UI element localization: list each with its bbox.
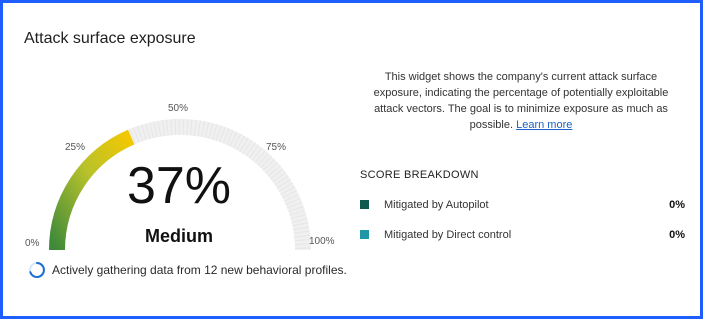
autopilot-swatch-icon xyxy=(360,200,369,209)
direct-control-swatch-icon xyxy=(360,230,369,239)
spinner-icon xyxy=(29,262,45,278)
widget-description: This widget shows the company's current … xyxy=(361,69,681,133)
attack-surface-widget: Attack surface exposure 0% 25% 50% 75% 1… xyxy=(0,0,703,319)
gauge-value: 37% xyxy=(126,157,232,215)
breakdown-row-autopilot: Mitigated by Autopilot 0% xyxy=(360,197,685,213)
breakdown-label-autopilot: Mitigated by Autopilot xyxy=(384,199,489,211)
tick-25: 25% xyxy=(65,142,86,153)
tick-75: 75% xyxy=(266,142,287,153)
status-row: Actively gathering data from 12 new beha… xyxy=(28,261,347,279)
breakdown-value-direct-control: 0% xyxy=(669,229,685,241)
score-breakdown-title: SCORE BREAKDOWN xyxy=(360,169,479,181)
learn-more-link[interactable]: Learn more xyxy=(516,119,572,131)
tick-100: 100% xyxy=(309,236,335,247)
breakdown-value-autopilot: 0% xyxy=(669,199,685,211)
tick-0: 0% xyxy=(25,238,40,249)
tick-50: 50% xyxy=(168,103,189,114)
breakdown-row-direct-control: Mitigated by Direct control 0% xyxy=(360,227,685,243)
breakdown-label-direct-control: Mitigated by Direct control xyxy=(384,229,512,241)
gauge-level: Medium xyxy=(144,226,213,246)
status-text: Actively gathering data from 12 new beha… xyxy=(52,263,347,277)
